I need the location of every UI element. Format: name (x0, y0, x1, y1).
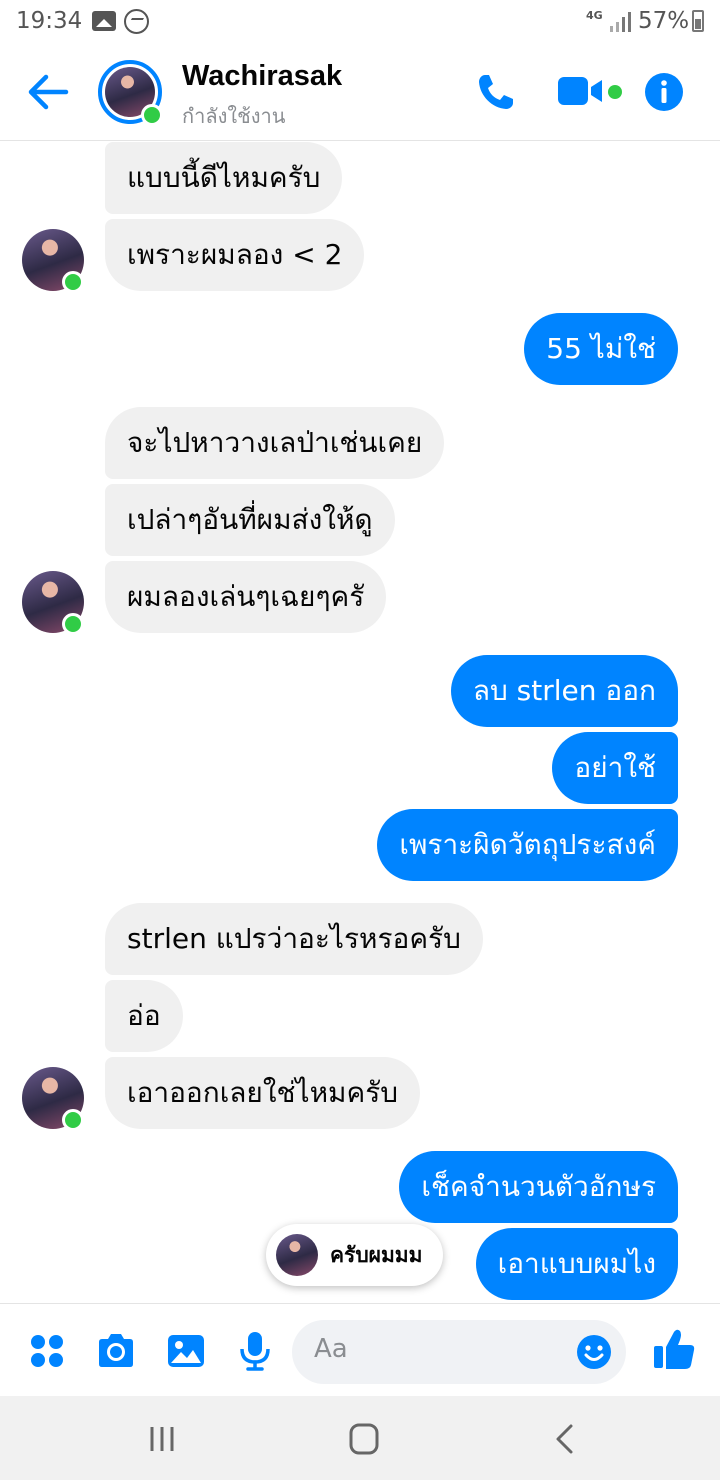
battery-icon (692, 10, 704, 32)
conversation-header: Wachirasak กำลังใช้งาน (0, 44, 720, 141)
emoji-icon[interactable] (576, 1334, 612, 1370)
home-icon[interactable] (344, 1422, 384, 1456)
message-input-placeholder: Aa (314, 1334, 348, 1364)
message-outgoing[interactable]: อย่าใช้ (552, 732, 678, 804)
message-incoming[interactable]: อ่อ (105, 980, 183, 1052)
message-incoming[interactable]: เปล่าๆอันที่ผมส่งให้ดู (105, 484, 395, 556)
message-outgoing[interactable]: 55 ไม่ใช่ (524, 313, 678, 385)
typing-preview-text: ครับผมมม (330, 1242, 423, 1267)
contact-name[interactable]: Wachirasak (182, 60, 342, 93)
online-indicator (62, 1109, 84, 1131)
message-incoming[interactable]: แบบนี้ดีไหมครับ (105, 142, 343, 214)
signal-icon (610, 12, 632, 32)
typing-preview-avatar (276, 1234, 318, 1276)
message-composer: Aa (0, 1303, 720, 1396)
contact-status: กำลังใช้งาน (182, 104, 286, 128)
message-outgoing[interactable]: เอาแบบผมไง (475, 1228, 678, 1300)
message-input[interactable]: Aa (292, 1320, 626, 1384)
apps-icon[interactable] (26, 1330, 68, 1372)
network-type: 4G (586, 9, 603, 22)
microphone-icon[interactable] (234, 1330, 276, 1372)
camera-icon[interactable] (95, 1330, 137, 1372)
status-time: 19:34 (16, 8, 83, 34)
message-incoming[interactable]: strlen แปรว่าอะไรหรอครับ (105, 903, 483, 975)
info-icon[interactable] (644, 72, 684, 112)
recents-icon[interactable] (142, 1422, 182, 1456)
video-online-dot (608, 85, 622, 99)
message-outgoing[interactable]: เช็คจำนวนตัวอักษร (399, 1151, 678, 1223)
message-outgoing[interactable]: ลบ strlen ออก (450, 655, 678, 727)
typing-preview-chip[interactable]: ครับผมมม (266, 1224, 443, 1286)
video-icon[interactable] (556, 74, 604, 108)
online-indicator (62, 613, 84, 635)
battery-percent: 57% (638, 8, 690, 34)
message-thread[interactable]: แบบนี้ดีไหมครับ เพราะผมลอง < 2 55 ไม่ใช่… (0, 141, 720, 1303)
online-indicator (141, 104, 163, 126)
like-icon[interactable] (652, 1326, 696, 1372)
gallery-icon[interactable] (165, 1330, 207, 1372)
message-incoming[interactable]: เอาออกเลยใช่ไหมครับ (105, 1057, 421, 1129)
messenger-notification-icon (124, 9, 149, 34)
message-incoming[interactable]: เพราะผมลอง < 2 (105, 219, 365, 291)
gallery-notification-icon (92, 11, 116, 31)
phone-icon[interactable] (476, 72, 516, 112)
online-indicator (62, 271, 84, 293)
message-outgoing[interactable]: เพราะผิดวัตถุประสงค์ (377, 809, 678, 881)
system-navigation-bar (0, 1396, 720, 1480)
message-incoming[interactable]: ผมลองเล่นๆเฉยๆครั (105, 561, 387, 633)
status-bar: 19:34 4G 57% (0, 0, 720, 44)
message-incoming[interactable]: จะไปหาวางเลป่าเช่นเคย (105, 407, 445, 479)
back-arrow-icon[interactable] (26, 72, 70, 112)
nav-back-icon[interactable] (546, 1422, 586, 1456)
